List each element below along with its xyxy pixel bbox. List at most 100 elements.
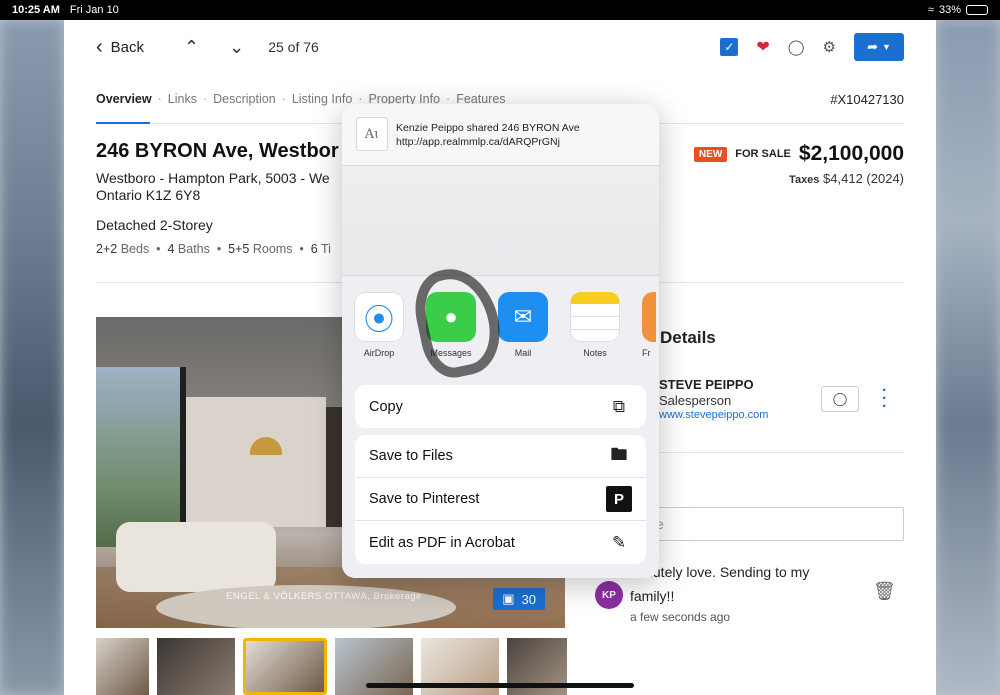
mail-icon: ✉ (498, 292, 548, 342)
comment-icon[interactable]: ◯ (788, 38, 805, 56)
location-line-1: Westboro - Hampton Park, 5003 - We (96, 170, 330, 186)
more-options-icon[interactable]: · · · (882, 383, 887, 415)
agent-website-link[interactable]: www.stevepeippo.com (659, 409, 768, 421)
taxes-label: Taxes (789, 174, 820, 186)
chevron-up-icon[interactable]: ⌃ (184, 37, 199, 58)
taxes: Taxes $4,412 (2024) (789, 171, 904, 186)
beds-label: Beds (120, 242, 150, 256)
app-label: AirDrop (363, 348, 395, 358)
blurred-background-left (0, 20, 64, 695)
photo-thumbnail[interactable] (157, 638, 235, 695)
photo-thumbnail-selected[interactable] (243, 638, 327, 695)
listing-counter: 25 of 76 (268, 39, 319, 55)
folder-icon: 🖿 (610, 444, 628, 464)
tab-separator: · (281, 92, 286, 106)
action-label: Edit as PDF in Acrobat (369, 534, 515, 551)
notes-icon (570, 292, 620, 342)
share-message: Kenzie Peippo shared 246 BYRON Ave http:… (396, 122, 580, 148)
chevron-left-icon: ‹ (96, 35, 103, 58)
tab-links[interactable]: Links (168, 92, 197, 106)
share-app-mail[interactable]: ✉ Mail (498, 292, 548, 358)
contacts-row (342, 166, 659, 276)
copy-group: Copy ⧉ (355, 385, 646, 428)
back-label: Back (110, 38, 145, 56)
save-to-files-action[interactable]: Save to Files 🖿 (355, 435, 646, 478)
photo-sofa (116, 522, 276, 592)
mls-number: #X10427130 (830, 92, 904, 107)
share-button[interactable]: ➦ ▼ (854, 33, 904, 61)
location-line-2: Ontario K1Z 6Y8 (96, 187, 201, 203)
photo-thumbnail[interactable] (96, 638, 149, 695)
wifi-icon: ≈ (927, 4, 934, 16)
property-specs: 2+2 Beds • 4 Baths • 5+5 Rooms • 6 Ti (96, 242, 331, 256)
baths-label: Baths (177, 242, 210, 256)
taxes-value: $4,412 (2024) (823, 171, 904, 186)
edit-icon: ✎ (611, 532, 627, 552)
edit-pdf-acrobat-action[interactable]: Edit as PDF in Acrobat ✎ (355, 521, 646, 564)
share-app-notes[interactable]: Notes (570, 292, 620, 358)
comment-text: olutely love. Sending to my family!! (630, 560, 870, 608)
action-label: Copy (369, 398, 403, 415)
message-agent-button[interactable]: ◯ (821, 386, 859, 412)
favorite-heart-icon[interactable]: ❤ (756, 37, 769, 57)
action-label: Save to Pinterest (369, 491, 480, 507)
back-button[interactable]: ‹ Back (96, 36, 144, 59)
top-nav: ‹ Back ⌃ ⌄ 25 of 76 ✓ ❤ ◯ ⚙ ➦ ▼ (64, 20, 936, 74)
share-apps-row: ⦿ AirDrop ● Messages ✉ Mail Notes Fr (354, 292, 656, 358)
comment-icon: ◯ (832, 391, 848, 406)
tab-separator: · (202, 92, 208, 106)
new-badge: NEW (693, 146, 728, 162)
sale-status: FOR SALE (735, 148, 791, 160)
copy-action[interactable]: Copy ⧉ (355, 385, 646, 428)
app-label: Mail (514, 348, 532, 358)
listing-price: $2,100,000 (798, 142, 904, 165)
battery-icon (966, 5, 988, 15)
app-label: Fr (642, 348, 651, 358)
share-arrow-icon: ➦ (867, 39, 878, 54)
rooms-count: 5+5 (228, 242, 250, 256)
action-label: Save to Files (369, 448, 453, 464)
details-heading: Details (660, 328, 716, 347)
chevron-down-icon[interactable]: ⌄ (229, 37, 244, 58)
save-to-pinterest-action[interactable]: Save to Pinterest P (355, 478, 646, 521)
beds-count: 2+2 (96, 242, 118, 256)
tab-description[interactable]: Description (213, 92, 276, 106)
tab-overview[interactable]: Overview (96, 92, 152, 106)
status-time: 10:25 AM (12, 4, 60, 16)
extra-count: 6 (310, 242, 318, 256)
photo-count-button[interactable]: ▣ 30 (493, 588, 545, 610)
share-app-airdrop[interactable]: ⦿ AirDrop (354, 292, 404, 358)
photo-window (96, 367, 186, 547)
comment-line-2: family!! (630, 588, 675, 604)
comment-timestamp: a few seconds ago (630, 610, 731, 624)
pinterest-icon: P (606, 486, 632, 512)
gear-icon[interactable]: ⚙ (823, 38, 836, 56)
listing-address: 246 BYRON Ave, Westbor (96, 140, 339, 162)
status-date: Fri Jan 10 (69, 4, 119, 16)
app-label: Notes (583, 348, 607, 358)
status-bar: 10:25 AM Fri Jan 10 ≈ 33% (0, 0, 1000, 20)
price-row: NEW FOR SALE $2,100,000 (693, 142, 904, 166)
image-icon: ▣ (502, 591, 515, 606)
handdrawn-circle-annotation (407, 260, 509, 384)
listing-location: Westboro - Hampton Park, 5003 - We Ontar… (96, 170, 356, 204)
copy-icon: ⧉ (612, 396, 626, 416)
chevron-down-icon: ▼ (881, 42, 891, 52)
baths-count: 4 (167, 242, 175, 256)
tab-separator: · (157, 92, 162, 106)
photo-count: 30 (521, 591, 536, 607)
select-checkbox[interactable]: ✓ (720, 38, 739, 56)
home-indicator[interactable] (366, 683, 634, 688)
airdrop-icon: ⦿ (354, 292, 404, 342)
share-app-more[interactable]: Fr (642, 292, 656, 358)
text-document-icon: Aɩ (356, 117, 388, 151)
property-type: Detached 2-Storey (96, 217, 213, 233)
extra-label: Ti (320, 242, 331, 256)
agent-role: Salesperson (659, 393, 732, 408)
photo-wall (186, 397, 326, 527)
battery-percent: 33% (938, 4, 961, 16)
comment-line-1: olutely love. Sending to my (642, 564, 810, 580)
active-tab-indicator (96, 122, 150, 124)
trash-icon[interactable]: 🗑 (873, 581, 896, 602)
share-preview: Aɩ Kenzie Peippo shared 246 BYRON Ave ht… (342, 104, 659, 166)
